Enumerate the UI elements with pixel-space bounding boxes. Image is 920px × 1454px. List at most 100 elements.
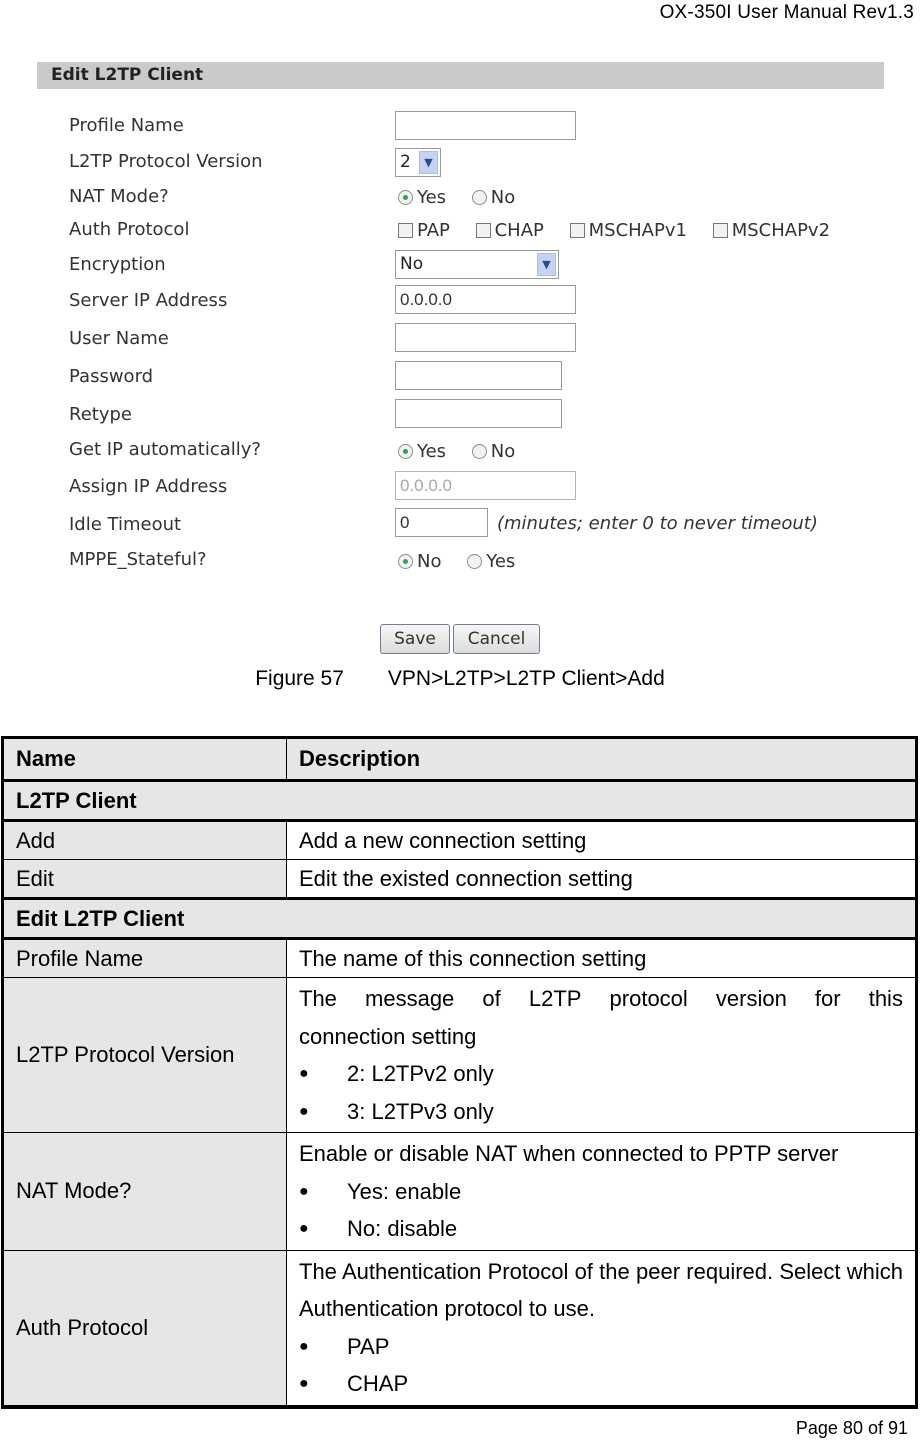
- radio-unchecked-icon[interactable]: [471, 444, 487, 459]
- auth-protocol-checkbox-group: PAP CHAP MSCHAPv1 MSCHAPv2: [398, 220, 850, 243]
- profile-name-label: Profile Name: [69, 115, 184, 136]
- bullet-icon: ●: [299, 1065, 309, 1082]
- form-title-bar: Edit L2TP Client: [37, 62, 884, 89]
- idle-timeout-hint: (minutes; enter 0 to never timeout): [497, 513, 818, 534]
- chevron-down-icon: ▼: [419, 151, 438, 174]
- idle-timeout-label: Idle Timeout: [69, 514, 182, 535]
- auth-mschapv1-label: MSCHAPv1: [588, 220, 687, 241]
- server-ip-input[interactable]: [395, 285, 576, 314]
- chevron-down-icon: ▼: [537, 253, 556, 276]
- radio-unchecked-icon[interactable]: [471, 190, 487, 205]
- auth-protocol-label: Auth Protocol: [69, 219, 190, 240]
- mppe-stateful-yes-option[interactable]: Yes: [467, 551, 515, 572]
- bullet-icon: ●: [299, 1102, 309, 1120]
- get-ip-auto-no-option[interactable]: No: [471, 441, 516, 462]
- user-name-input[interactable]: [395, 323, 576, 352]
- mppe-stateful-yes-label: Yes: [486, 551, 516, 572]
- checkbox-icon[interactable]: [475, 223, 491, 238]
- bullet-text: Yes: enable: [347, 1178, 462, 1204]
- radio-checked-icon[interactable]: [398, 444, 413, 459]
- bullet-item: ● 3: L2TPv3 only: [299, 1093, 903, 1131]
- mppe-stateful-no-label: No: [417, 551, 442, 572]
- retype-password-input[interactable]: [395, 399, 562, 428]
- nat-mode-yes-option[interactable]: Yes: [398, 187, 446, 208]
- description-table: Name Description L2TP Client Add Add a n…: [1, 736, 918, 1409]
- bullet-icon: ●: [299, 1182, 309, 1200]
- user-name-label: User Name: [69, 328, 169, 349]
- section-title-edit-l2tp-client: Edit L2TP Client: [1, 897, 918, 940]
- radio-unchecked-icon[interactable]: [467, 554, 483, 569]
- row-name: L2TP Protocol Version: [1, 977, 287, 1133]
- idle-timeout-input[interactable]: [395, 508, 488, 537]
- assign-ip-input[interactable]: [395, 471, 576, 500]
- auth-chap-option[interactable]: CHAP: [475, 220, 544, 241]
- justified-word: message: [365, 986, 455, 1011]
- get-ip-auto-yes-label: Yes: [417, 441, 447, 462]
- row-name: Profile Name: [1, 938, 287, 978]
- bullet-text: CHAP: [347, 1371, 409, 1396]
- radio-checked-icon[interactable]: [398, 190, 413, 205]
- cancel-button[interactable]: Cancel: [453, 624, 540, 654]
- header-name: Name: [1, 736, 287, 782]
- row-name: Edit: [1, 859, 287, 899]
- justified-word: version: [715, 986, 787, 1011]
- section-title-l2tp-client: L2TP Client: [1, 779, 918, 822]
- mppe-stateful-no-option[interactable]: No: [398, 551, 441, 572]
- password-label: Password: [69, 366, 154, 387]
- justified-word: this: [868, 986, 903, 1011]
- justified-word: protocol: [609, 986, 688, 1011]
- get-ip-auto-no-label: No: [490, 441, 516, 462]
- nat-mode-radio-group: Yes No: [398, 187, 535, 210]
- bullet-item: ● CHAP: [299, 1365, 903, 1403]
- protocol-version-select[interactable]: 2 ▼: [395, 148, 441, 177]
- description-text: The Authentication Protocol of the peer …: [299, 1258, 903, 1322]
- checkbox-icon[interactable]: [398, 223, 413, 238]
- get-ip-auto-label: Get IP automatically?: [69, 439, 261, 460]
- description-continuation: connection setting: [299, 1023, 477, 1049]
- protocol-version-value: 2: [400, 152, 411, 172]
- bullet-icon: ●: [299, 1220, 309, 1237]
- mppe-stateful-label: MPPE_Stateful?: [69, 549, 207, 570]
- server-ip-label: Server IP Address: [69, 290, 228, 311]
- bullet-item: ● No: disable: [299, 1210, 903, 1248]
- encryption-value: No: [400, 254, 424, 274]
- table-row: Add Add a new connection setting: [1, 820, 918, 860]
- row-name: Auth Protocol: [1, 1249, 287, 1409]
- auth-pap-label: PAP: [417, 220, 450, 241]
- auth-mschapv1-option[interactable]: MSCHAPv1: [569, 220, 687, 241]
- auth-pap-option[interactable]: PAP: [398, 220, 450, 241]
- protocol-version-label: L2TP Protocol Version: [69, 151, 263, 172]
- row-description: The Authentication Protocol of the peer …: [286, 1249, 918, 1409]
- checkbox-icon[interactable]: [569, 223, 585, 238]
- nat-mode-no-option[interactable]: No: [471, 187, 516, 208]
- radio-checked-icon[interactable]: [398, 554, 413, 569]
- nat-mode-no-label: No: [490, 187, 516, 208]
- bullet-icon: ●: [299, 1337, 309, 1355]
- checkbox-icon[interactable]: [712, 223, 728, 238]
- justified-word: The: [299, 986, 337, 1011]
- save-button[interactable]: Save: [380, 624, 450, 654]
- profile-name-input[interactable]: [395, 111, 576, 140]
- encryption-select[interactable]: No ▼: [395, 250, 559, 279]
- edit-l2tp-client-screenshot: Edit L2TP Client Profile Name L2TP Proto…: [0, 0, 920, 660]
- bullet-text: 3: L2TPv3 only: [347, 1098, 494, 1124]
- nat-mode-label: NAT Mode?: [69, 186, 169, 207]
- row-description: The name of this connection setting: [286, 938, 918, 978]
- auth-mschapv2-label: MSCHAPv2: [731, 220, 831, 241]
- table-row: L2TP Protocol Version The message of L2TP pr…: [1, 977, 918, 1133]
- get-ip-auto-yes-option[interactable]: Yes: [398, 441, 446, 462]
- password-input[interactable]: [395, 361, 562, 390]
- row-description: The message of L2TP protocol version for this c…: [286, 977, 918, 1133]
- table-header-row: Name Description: [1, 736, 918, 782]
- auth-chap-label: CHAP: [494, 220, 544, 241]
- bullet-icon: ●: [299, 1375, 309, 1392]
- row-description: Enable or disable NAT when connected to …: [286, 1132, 918, 1251]
- justified-word: for: [814, 986, 841, 1011]
- auth-mschapv2-option[interactable]: MSCHAPv2: [712, 220, 831, 241]
- bullet-item: ● Yes: enable: [299, 1173, 903, 1211]
- page-number: Page 80 of 91: [795, 1418, 908, 1438]
- retype-label: Retype: [69, 404, 132, 425]
- nat-mode-yes-label: Yes: [417, 187, 447, 208]
- justified-word: L2TP: [528, 986, 582, 1011]
- figure-title: VPN>L2TP>L2TP Client>Add: [387, 667, 665, 690]
